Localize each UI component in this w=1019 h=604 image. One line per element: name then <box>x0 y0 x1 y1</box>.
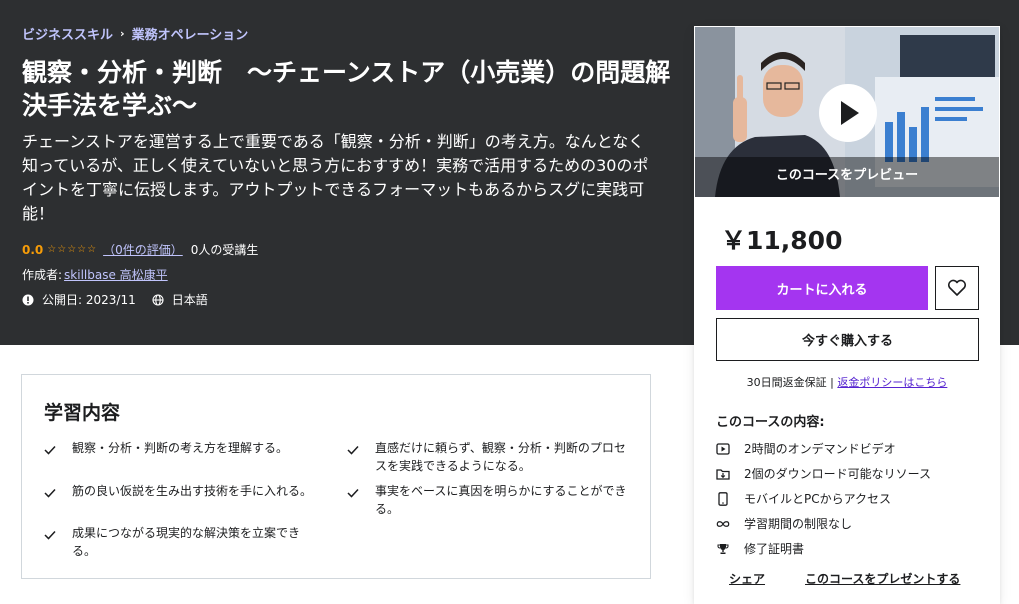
includes-list: 2時間のオンデマンドビデオ 2個のダウンロード可能なリソース モバイルとPCから… <box>716 436 931 561</box>
learn-item: 直感だけに頼らず、観察・分析・判断のプロセスを実践できるようになる。 <box>347 439 632 475</box>
list-item: 2時間のオンデマンドビデオ <box>716 436 931 461</box>
learn-item-text: 直感だけに頼らず、観察・分析・判断のプロセスを実践できるようになる。 <box>375 441 626 473</box>
learn-item-text: 成果につながる現実的な解決策を立案できる。 <box>72 526 301 558</box>
course-price: ￥11,800 <box>721 226 843 255</box>
star-rating-icon: ☆☆☆☆☆ <box>47 244 98 255</box>
wishlist-button[interactable] <box>935 266 979 310</box>
learn-item: 筋の良い仮説を生み出す技術を手に入れる。 <box>44 482 344 503</box>
course-language: 日本語 <box>171 293 208 307</box>
include-label: モバイルとPCからアクセス <box>744 492 892 506</box>
download-icon <box>716 467 730 481</box>
gift-course-button[interactable]: このコースをプレゼントする <box>805 570 960 587</box>
check-icon <box>44 524 56 560</box>
creator-link[interactable]: skillbase 高松康平 <box>64 266 168 283</box>
list-item: モバイルとPCからアクセス <box>716 486 931 511</box>
include-label: 学習期間の制限なし <box>744 517 853 531</box>
breadcrumb-separator-icon: › <box>120 27 125 40</box>
video-icon <box>716 442 730 456</box>
heart-icon <box>947 279 967 296</box>
list-item: 学習期間の制限なし <box>716 511 931 536</box>
preview-label[interactable]: このコースをプレビュー <box>695 164 999 183</box>
meta-row: 公開日: 2023/11 日本語 <box>22 291 208 308</box>
rating-value: 0.0 <box>22 242 44 257</box>
breadcrumb-item-business-skills[interactable]: ビジネススキル <box>22 24 113 43</box>
guarantee-text: 30日間返金保証 | <box>746 376 838 389</box>
breadcrumb: ビジネススキル › 業務オペレーション <box>22 24 248 43</box>
money-back-guarantee: 30日間返金保証 | 返金ポリシーはこちら <box>695 374 999 390</box>
learn-item: 観察・分析・判断の考え方を理解する。 <box>44 439 314 460</box>
course-description: チェーンストアを運営する上で重要である「観察・分析・判断」の考え方。なんとなく知… <box>22 132 649 223</box>
learn-item: 成果につながる現実的な解決策を立案できる。 <box>44 524 316 560</box>
purchase-card: このコースをプレビュー ￥11,800 カートに入れる 今すぐ購入する 30日間… <box>694 26 1000 604</box>
share-button[interactable]: シェア <box>729 570 765 587</box>
published-date: 公開日: 2023/11 <box>42 293 136 307</box>
buy-now-button[interactable]: 今すぐ購入する <box>716 318 979 361</box>
what-you-will-learn: 学習内容 観察・分析・判断の考え方を理解する。 直感だけに頼らず、観察・分析・判… <box>21 374 651 579</box>
learn-item-text: 事実をベースに真因を明らかにすることができる。 <box>375 484 627 516</box>
course-title: 観察・分析・判断 ～チェーンストア（小売業）の問題解決手法を学ぶ～ <box>22 58 671 120</box>
check-icon <box>44 482 56 503</box>
learn-item-text: 筋の良い仮説を生み出す技術を手に入れる。 <box>72 484 313 498</box>
add-to-cart-button[interactable]: カートに入れる <box>716 266 928 310</box>
rating-row: 0.0 ☆☆☆☆☆ （0件の評価） 0人の受講生 <box>22 241 258 258</box>
include-label: 修了証明書 <box>744 542 805 556</box>
creator-label: 作成者: <box>22 268 63 282</box>
rating-count-link[interactable]: （0件の評価） <box>103 241 183 258</box>
include-label: 2時間のオンデマンドビデオ <box>744 442 896 456</box>
student-count: 0人の受講生 <box>190 243 259 257</box>
check-icon <box>44 439 56 460</box>
globe-icon <box>152 293 164 306</box>
check-icon <box>347 439 359 475</box>
card-footer: シェア このコースをプレゼントする <box>695 570 999 587</box>
creator-row: 作成者: skillbase 高松康平 <box>22 266 168 283</box>
learn-item: 事実をベースに真因を明らかにすることができる。 <box>347 482 632 518</box>
list-item: 修了証明書 <box>716 536 931 561</box>
mobile-icon <box>716 491 730 506</box>
alert-badge-icon <box>22 294 34 306</box>
breadcrumb-item-operations[interactable]: 業務オペレーション <box>132 24 249 43</box>
play-icon[interactable] <box>819 84 877 142</box>
includes-title: このコースの内容: <box>716 415 825 430</box>
infinity-icon <box>716 517 730 531</box>
refund-policy-link[interactable]: 返金ポリシーはこちら <box>837 376 947 389</box>
course-preview[interactable]: このコースをプレビュー <box>695 27 999 197</box>
check-icon <box>347 482 359 518</box>
learn-item-text: 観察・分析・判断の考え方を理解する。 <box>72 441 289 455</box>
trophy-icon <box>716 542 730 556</box>
list-item: 2個のダウンロード可能なリソース <box>716 461 931 486</box>
learn-title: 学習内容 <box>44 402 121 424</box>
include-label: 2個のダウンロード可能なリソース <box>744 467 932 481</box>
